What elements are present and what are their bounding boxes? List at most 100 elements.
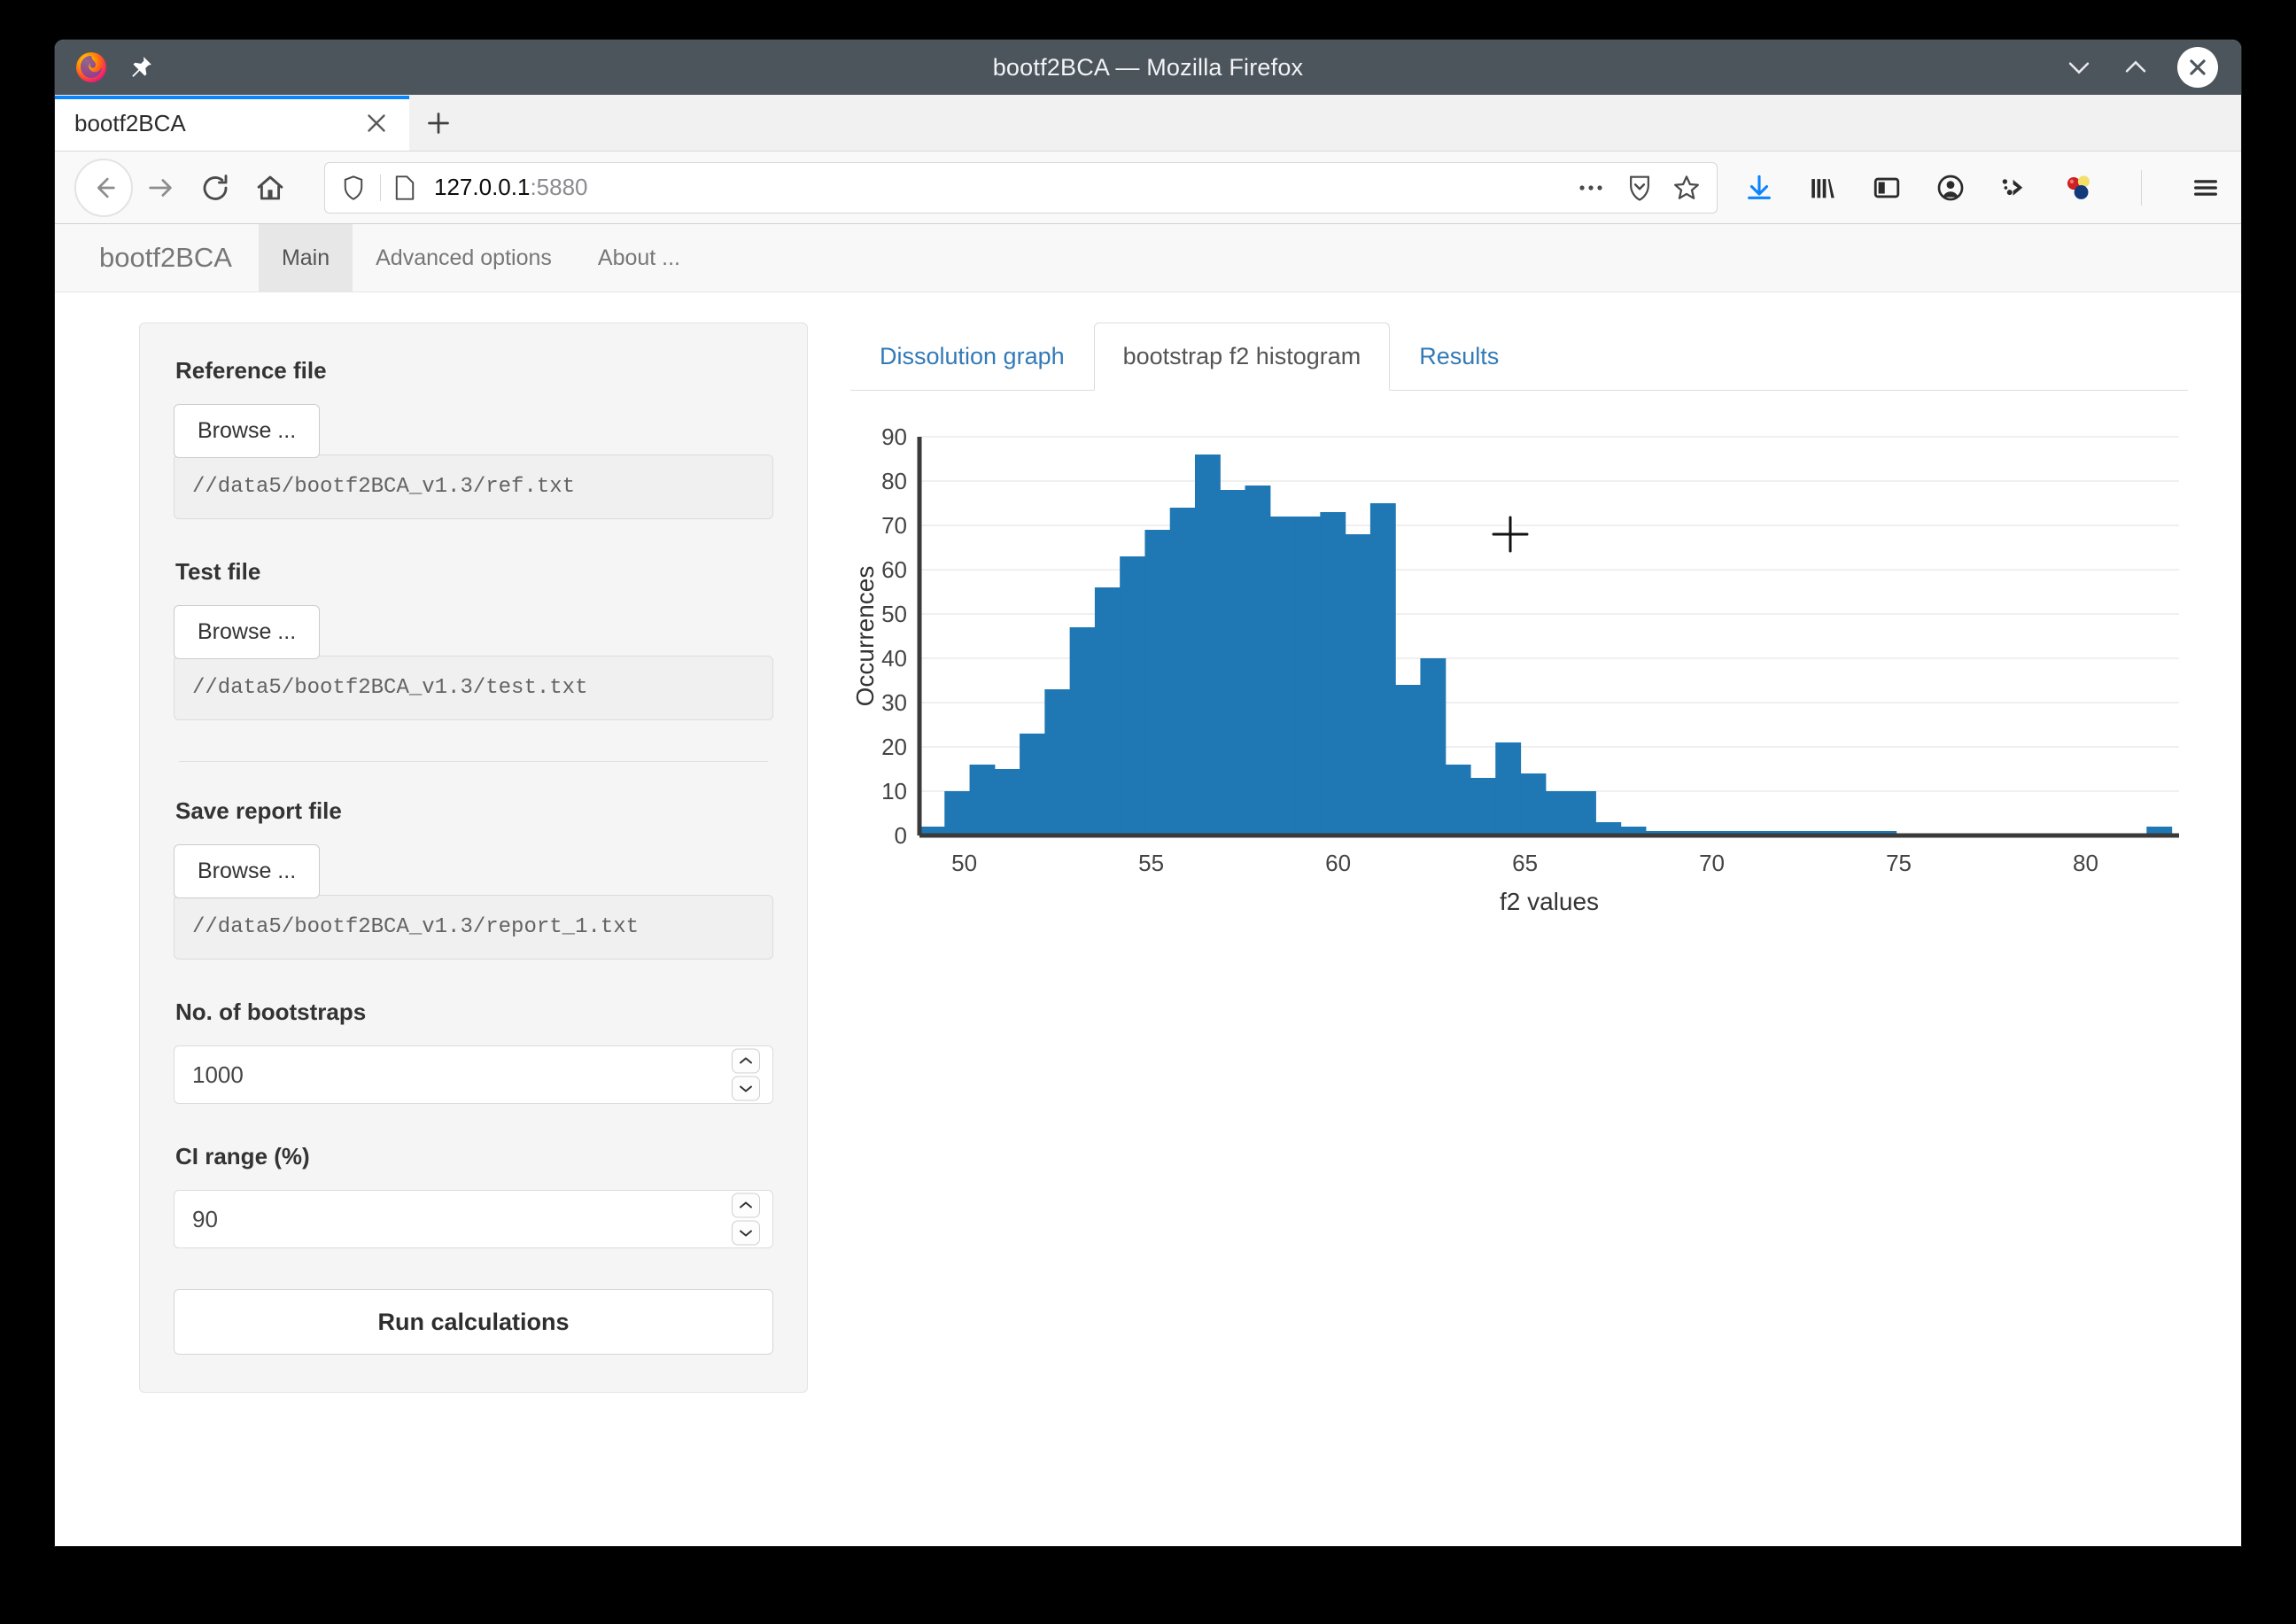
browser-tab-bootf2bca[interactable]: bootf2BCA: [55, 96, 409, 151]
shield-icon[interactable]: [341, 175, 368, 201]
pocket-icon[interactable]: [1626, 174, 1653, 202]
histogram-bar: [1445, 765, 1471, 835]
library-icon[interactable]: [1808, 173, 1838, 203]
menu-icon[interactable]: [2190, 173, 2222, 203]
back-icon[interactable]: [74, 158, 133, 217]
result-tabs: Dissolution graph bootstrap f2 histogram…: [850, 322, 2188, 391]
bootstraps-label: No. of bootstraps: [175, 998, 367, 1025]
report-file-path[interactable]: //data5/bootf2BCA_v1.3/report_1.txt: [174, 895, 773, 960]
settings-panel: Reference file Browse ... //data5/bootf2…: [139, 322, 808, 1393]
app-brand[interactable]: bootf2BCA: [73, 224, 259, 291]
x-tick-label: 70: [1699, 850, 1725, 876]
browser-tabstrip: bootf2BCA: [55, 95, 2241, 152]
ci-range-stepper[interactable]: 90: [174, 1190, 773, 1248]
url-text[interactable]: 127.0.0.1:5880: [434, 174, 1564, 201]
histogram-bar: [1194, 455, 1221, 835]
y-tick-label: 50: [881, 601, 907, 627]
pin-icon[interactable]: [128, 54, 154, 81]
desktop-background: bootf2BCA — Mozilla Firefox bootf2BCA 12…: [0, 0, 2296, 1624]
window-minimize-button[interactable]: [2064, 52, 2094, 82]
x-tick-label: 50: [951, 850, 977, 876]
histogram-bar: [1169, 508, 1196, 835]
forward-icon[interactable]: [133, 160, 188, 215]
reference-file-path[interactable]: //data5/bootf2BCA_v1.3/ref.txt: [174, 455, 773, 519]
browser-tab-label: bootf2BCA: [74, 109, 186, 136]
sidebar-icon[interactable]: [1872, 173, 1902, 203]
main-panel: Dissolution graph bootstrap f2 histogram…: [850, 322, 2188, 1393]
app-navbar: bootf2BCA Main Advanced options About ..…: [55, 224, 2241, 292]
bootstraps-value[interactable]: 1000: [192, 1061, 244, 1089]
histogram-bar: [1395, 685, 1422, 835]
ci-range-decrement-button[interactable]: [732, 1220, 760, 1246]
tab-close-icon[interactable]: [361, 108, 392, 138]
ci-range-label: CI range (%): [175, 1143, 310, 1169]
run-calculations-button[interactable]: Run calculations: [174, 1289, 773, 1355]
save-report-file-label: Save report file: [175, 797, 342, 824]
y-tick-label: 40: [881, 645, 907, 672]
test-browse-button[interactable]: Browse ...: [174, 605, 321, 659]
y-tick-label: 30: [881, 689, 907, 716]
toolbar-divider: [2141, 169, 2142, 206]
y-axis-title: Occurrences: [851, 566, 879, 707]
window-maximize-button[interactable]: [2121, 52, 2151, 82]
bookmark-star-icon[interactable]: [1672, 174, 1701, 202]
y-tick-label: 90: [881, 424, 907, 450]
app-nav-item-advanced-options[interactable]: Advanced options: [353, 224, 575, 291]
histogram-bar: [1420, 658, 1447, 835]
histogram-bar: [1269, 517, 1296, 835]
downloads-icon[interactable]: [1744, 173, 1774, 203]
page-icon: [393, 175, 418, 201]
app-nav-item-main[interactable]: Main: [258, 224, 353, 291]
histogram-bar: [969, 765, 996, 835]
y-tick-label: 10: [881, 778, 907, 804]
window-close-button[interactable]: [2177, 47, 2218, 88]
histogram-bar: [1069, 627, 1096, 835]
ellipsis-icon[interactable]: [1577, 182, 1607, 194]
test-file-path[interactable]: //data5/bootf2BCA_v1.3/test.txt: [174, 656, 773, 720]
url-host: 127.0.0.1: [434, 174, 531, 200]
x-tick-label: 55: [1138, 850, 1164, 876]
home-icon[interactable]: [243, 160, 298, 215]
url-bar[interactable]: 127.0.0.1:5880: [324, 161, 1718, 214]
tab-results[interactable]: Results: [1390, 322, 1528, 391]
url-divider: [380, 174, 381, 201]
x-tick-label: 80: [2073, 850, 2098, 876]
bootstraps-increment-button[interactable]: [732, 1048, 760, 1074]
tab-bootstrap-f2-histogram[interactable]: bootstrap f2 histogram: [1093, 322, 1391, 391]
histogram-bar: [1295, 517, 1321, 835]
y-tick-label: 0: [895, 822, 907, 849]
firefox-logo-icon: [74, 51, 108, 84]
ci-range-value[interactable]: 90: [192, 1206, 218, 1233]
histogram-bar: [1495, 742, 1522, 835]
histogram-bar: [1144, 530, 1171, 835]
new-tab-button[interactable]: [409, 96, 468, 151]
page-content: bootf2BCA Main Advanced options About ..…: [55, 224, 2241, 1546]
ci-range-increment-button[interactable]: [732, 1193, 760, 1218]
histogram-bar: [1369, 503, 1396, 835]
account-icon[interactable]: [1935, 173, 1966, 203]
y-tick-label: 70: [881, 512, 907, 539]
app-nav-item-about[interactable]: About ...: [575, 224, 703, 291]
bootstraps-decrement-button[interactable]: [732, 1076, 760, 1101]
browser-navigation-toolbar: 127.0.0.1:5880: [55, 152, 2241, 224]
reference-browse-button[interactable]: Browse ...: [174, 404, 321, 458]
extension-icon: [2063, 173, 2093, 203]
histogram-bar: [1020, 734, 1045, 835]
histogram-chart: 0 10 20 30 40 50 60 70 80 90 50 55 60 65 70 75 80 f2 valu…: [850, 424, 2188, 921]
reload-icon[interactable]: [188, 160, 243, 215]
histogram-bar: [1470, 778, 1496, 835]
bootstraps-stepper[interactable]: 1000: [174, 1045, 773, 1104]
histogram-bar: [1520, 773, 1547, 835]
histogram-bar: [1245, 486, 1271, 835]
x-axis-title: f2 values: [1500, 888, 1599, 915]
devtools-icon[interactable]: [1999, 173, 2029, 203]
report-browse-button[interactable]: Browse ...: [174, 844, 321, 898]
histogram-bar: [1120, 556, 1146, 835]
histogram-bar: [1094, 587, 1121, 835]
tab-dissolution-graph[interactable]: Dissolution graph: [850, 322, 1094, 391]
browser-toolbar-icons: [1739, 169, 2222, 206]
app-body: Reference file Browse ... //data5/bootf2…: [55, 292, 2241, 1393]
firefox-window: bootf2BCA — Mozilla Firefox bootf2BCA 12…: [55, 40, 2241, 1546]
histogram-bar: [1345, 534, 1371, 835]
y-tick-label: 20: [881, 734, 907, 760]
